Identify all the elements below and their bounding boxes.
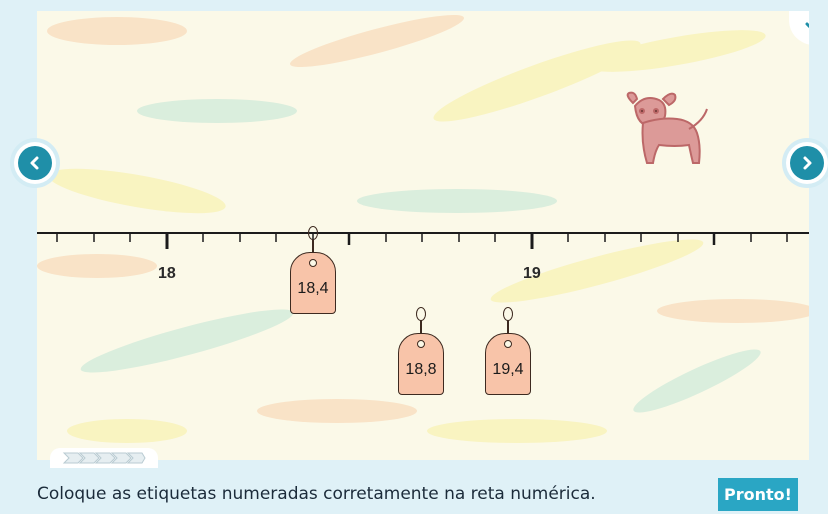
chevron-down-icon bbox=[805, 22, 809, 29]
previous-button[interactable] bbox=[14, 142, 56, 184]
tag-hole bbox=[309, 259, 317, 267]
tag-loop bbox=[416, 307, 426, 321]
tag-hole bbox=[417, 340, 425, 348]
tag-label: 19,4 bbox=[492, 361, 524, 378]
progress-indicator bbox=[50, 448, 158, 468]
tag-loop bbox=[308, 226, 318, 240]
number-line-label-18: 18 bbox=[158, 265, 176, 282]
activity-stage: 18 19 18,4 18,8 19,4 bbox=[37, 11, 809, 460]
done-button[interactable]: Pronto! bbox=[718, 478, 798, 511]
tag-hole bbox=[504, 340, 512, 348]
tag-label: 18,4 bbox=[297, 280, 329, 297]
chevron-right-icon bbox=[803, 156, 812, 170]
tag-18-4[interactable]: 18,4 bbox=[290, 226, 336, 314]
tag-19-4[interactable]: 19,4 bbox=[485, 307, 531, 395]
tag-loop bbox=[503, 307, 513, 321]
chevron-left-icon bbox=[30, 156, 39, 170]
next-button[interactable] bbox=[786, 142, 828, 184]
tag-label: 18,8 bbox=[405, 361, 437, 378]
number-line-label-19: 19 bbox=[523, 265, 541, 282]
instruction-text: Coloque as etiquetas numeradas corretame… bbox=[37, 484, 596, 504]
tag-18-8[interactable]: 18,8 bbox=[398, 307, 444, 395]
progress-chevrons-icon bbox=[62, 452, 146, 464]
dog-drawing-icon bbox=[626, 91, 708, 164]
